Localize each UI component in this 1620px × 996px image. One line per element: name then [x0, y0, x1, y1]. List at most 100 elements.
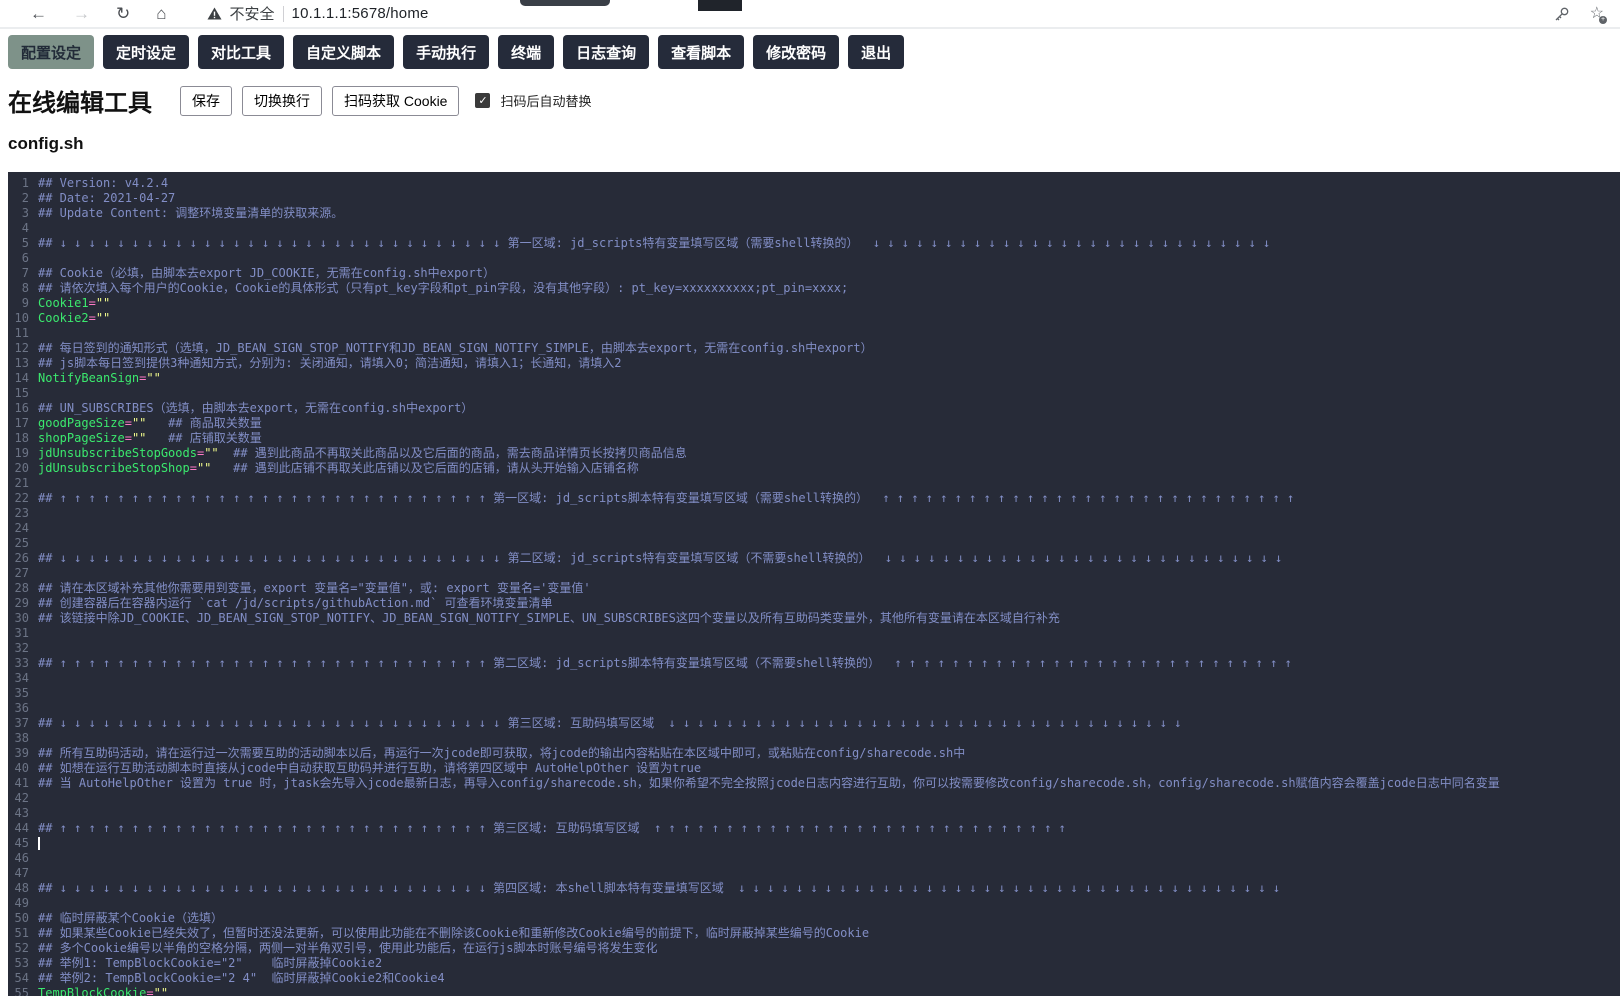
file-name: config.sh — [8, 134, 1620, 154]
line-number: 25 — [8, 536, 38, 551]
code-line: 30## 该链接中除JD_COOKIE、JD_BEAN_SIGN_STOP_NO… — [8, 611, 1620, 626]
line-number: 38 — [8, 731, 38, 746]
password-key-icon[interactable] — [1554, 6, 1570, 22]
code-line: 47 — [8, 866, 1620, 881]
code-line: 44## ↑ ↑ ↑ ↑ ↑ ↑ ↑ ↑ ↑ ↑ ↑ ↑ ↑ ↑ ↑ ↑ ↑ ↑… — [8, 821, 1620, 836]
nav-item-change-password[interactable]: 修改密码 — [753, 35, 839, 69]
line-number: 26 — [8, 551, 38, 566]
nav-item-diff-tool[interactable]: 对比工具 — [198, 35, 284, 69]
code-text: NotifyBeanSign="" — [38, 371, 161, 386]
code-line: 20jdUnsubscribeStopShop="" ## 遇到此店铺不再取关此… — [8, 461, 1620, 476]
save-button[interactable]: 保存 — [180, 86, 232, 116]
line-number: 4 — [8, 221, 38, 236]
code-line: 28## 请在本区域补充其他你需要用到变量，export 变量名="变量值"，或… — [8, 581, 1620, 596]
code-line: 40## 如想在运行互助活动脚本时直接从jcode中自动获取互助码并进行互助，请… — [8, 761, 1620, 776]
code-text: ## 每日签到的通知形式（选填，JD_BEAN_SIGN_STOP_NOTIFY… — [38, 341, 873, 356]
code-text: ## 当 AutoHelpOther 设置为 true 时，jtask会先导入j… — [38, 776, 1500, 791]
line-number: 18 — [8, 431, 38, 446]
code-text: shopPageSize="" ## 店铺取关数量 — [38, 431, 262, 446]
line-number: 47 — [8, 866, 38, 881]
code-line: 33## ↑ ↑ ↑ ↑ ↑ ↑ ↑ ↑ ↑ ↑ ↑ ↑ ↑ ↑ ↑ ↑ ↑ ↑… — [8, 656, 1620, 671]
code-line: 26## ↓ ↓ ↓ ↓ ↓ ↓ ↓ ↓ ↓ ↓ ↓ ↓ ↓ ↓ ↓ ↓ ↓ ↓… — [8, 551, 1620, 566]
auto-replace-checkbox[interactable]: ✓ — [475, 93, 490, 108]
page-title: 在线编辑工具 — [8, 83, 152, 118]
nav-item-schedule[interactable]: 定时设定 — [103, 35, 189, 69]
line-number: 19 — [8, 446, 38, 461]
code-line: 6 — [8, 251, 1620, 266]
line-number: 17 — [8, 416, 38, 431]
code-text: ## 创建容器后在容器内运行 `cat /jd/scripts/githubAc… — [38, 596, 553, 611]
code-line: 35 — [8, 686, 1620, 701]
code-line: 7## Cookie（必填，由脚本去export JD_COOKIE，无需在co… — [8, 266, 1620, 281]
code-line: 52## 多个Cookie编号以半角的空格分隔，两侧一对半角双引号，使用此功能后… — [8, 941, 1620, 956]
line-number: 42 — [8, 791, 38, 806]
line-number: 22 — [8, 491, 38, 506]
nav-item-terminal[interactable]: 终端 — [498, 35, 554, 69]
line-number: 45 — [8, 836, 38, 851]
nav-item-view-script[interactable]: 查看脚本 — [658, 35, 744, 69]
address-bar[interactable]: 不安全 10.1.1.1:5678/home — [207, 3, 429, 24]
code-text: ## Update Content: 调整环境变量清单的获取来源。 — [38, 206, 343, 221]
code-editor[interactable]: 1## Version: v4.2.42## Date: 2021-04-273… — [8, 172, 1620, 996]
code-line: 14NotifyBeanSign="" — [8, 371, 1620, 386]
nav-item-logout[interactable]: 退出 — [848, 35, 904, 69]
code-text: ## 所有互助码活动，请在运行过一次需要互助的活动脚本以后，再运行一次jcode… — [38, 746, 965, 761]
code-line: 19jdUnsubscribeStopGoods="" ## 遇到此商品不再取关… — [8, 446, 1620, 461]
code-line: 37## ↓ ↓ ↓ ↓ ↓ ↓ ↓ ↓ ↓ ↓ ↓ ↓ ↓ ↓ ↓ ↓ ↓ ↓… — [8, 716, 1620, 731]
code-line: 16## UN_SUBSCRIBES（选填，由脚本去export，无需在conf… — [8, 401, 1620, 416]
code-line: 8## 请依次填入每个用户的Cookie，Cookie的具体形式（只有pt_ke… — [8, 281, 1620, 296]
back-icon[interactable]: ← — [30, 5, 47, 22]
auto-replace-label: 扫码后自动替换 — [500, 91, 591, 110]
line-number: 51 — [8, 926, 38, 941]
line-number: 29 — [8, 596, 38, 611]
code-text: TempBlockCookie="" — [38, 986, 168, 996]
forward-icon[interactable]: → — [73, 5, 90, 22]
browser-chrome: ← → ↻ ⌂ 不安全 10.1.1.1:5678/home ☆+ — [0, 0, 1620, 29]
nav-item-log-query[interactable]: 日志查询 — [563, 35, 649, 69]
code-text: ## UN_SUBSCRIBES（选填，由脚本去export，无需在config… — [38, 401, 473, 416]
code-text: ## Date: 2021-04-27 — [38, 191, 175, 206]
code-line: 50## 临时屏蔽某个Cookie（选填） — [8, 911, 1620, 926]
reload-icon[interactable]: ↻ — [116, 5, 130, 22]
nav-item-config[interactable]: 配置设定 — [8, 35, 94, 69]
nav-item-manual-run[interactable]: 手动执行 — [403, 35, 489, 69]
code-line: 23 — [8, 506, 1620, 521]
editor-toolbar: 在线编辑工具 保存 切换换行 扫码获取 Cookie ✓ 扫码后自动替换 — [0, 74, 1620, 118]
page-url[interactable]: 10.1.1.1:5678/home — [292, 5, 429, 22]
line-number: 2 — [8, 191, 38, 206]
line-number: 6 — [8, 251, 38, 266]
code-text: jdUnsubscribeStopShop="" ## 遇到此店铺不再取关此店铺… — [38, 461, 639, 476]
line-number: 8 — [8, 281, 38, 296]
home-icon[interactable]: ⌂ — [156, 5, 166, 22]
line-number: 20 — [8, 461, 38, 476]
code-line: 25 — [8, 536, 1620, 551]
code-text: Cookie1="" — [38, 296, 110, 311]
nav-item-custom-script[interactable]: 自定义脚本 — [293, 35, 394, 69]
code-text: ## 如果某些Cookie已经失效了，但暂时还没法更新，可以使用此功能在不删除该… — [38, 926, 869, 941]
code-text: ## ↑ ↑ ↑ ↑ ↑ ↑ ↑ ↑ ↑ ↑ ↑ ↑ ↑ ↑ ↑ ↑ ↑ ↑ ↑… — [38, 821, 1073, 836]
code-line: 27 — [8, 566, 1620, 581]
line-number: 1 — [8, 176, 38, 191]
line-number: 41 — [8, 776, 38, 791]
code-line: 31 — [8, 626, 1620, 641]
code-line: 21 — [8, 476, 1620, 491]
line-number: 24 — [8, 521, 38, 536]
line-number: 49 — [8, 896, 38, 911]
code-line: 24 — [8, 521, 1620, 536]
favorites-star-icon[interactable]: ☆+ — [1590, 6, 1604, 22]
code-text: Cookie2="" — [38, 311, 110, 326]
code-line: 42 — [8, 791, 1620, 806]
toggle-wrap-button[interactable]: 切换换行 — [242, 86, 322, 116]
line-number: 52 — [8, 941, 38, 956]
code-line: 11 — [8, 326, 1620, 341]
line-number: 21 — [8, 476, 38, 491]
code-text — [38, 836, 40, 851]
line-number: 12 — [8, 341, 38, 356]
line-number: 54 — [8, 971, 38, 986]
line-number: 43 — [8, 806, 38, 821]
code-line: 15 — [8, 386, 1620, 401]
code-text: ## 请依次填入每个用户的Cookie，Cookie的具体形式（只有pt_key… — [38, 281, 848, 296]
scan-cookie-button[interactable]: 扫码获取 Cookie — [332, 86, 459, 116]
text-cursor — [38, 837, 40, 850]
code-line: 13## js脚本每日签到提供3种通知方式，分别为: 关闭通知，请填入0；简洁通… — [8, 356, 1620, 371]
